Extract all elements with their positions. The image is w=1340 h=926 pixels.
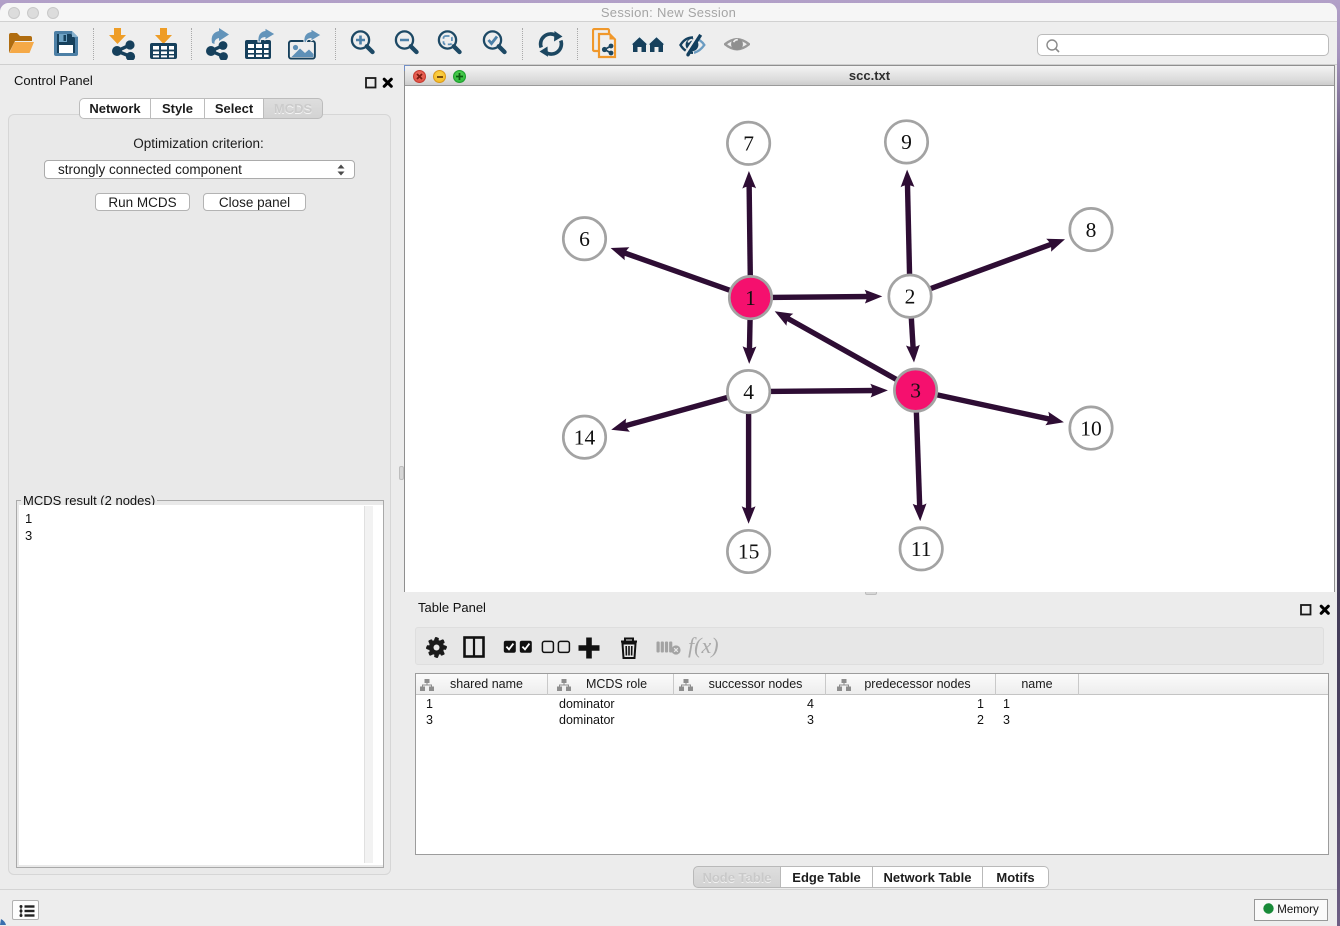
svg-text:10: 10 [1080,416,1102,440]
svg-text:2: 2 [905,284,916,308]
svg-text:3: 3 [910,378,921,402]
svg-text:8: 8 [1086,218,1097,242]
svg-text:9: 9 [901,130,912,154]
svg-text:6: 6 [579,227,590,251]
svg-text:7: 7 [743,132,754,156]
svg-text:1: 1 [745,286,756,310]
svg-text:11: 11 [911,537,932,561]
svg-text:14: 14 [574,425,596,449]
svg-text:4: 4 [743,380,754,404]
svg-text:15: 15 [738,540,760,564]
